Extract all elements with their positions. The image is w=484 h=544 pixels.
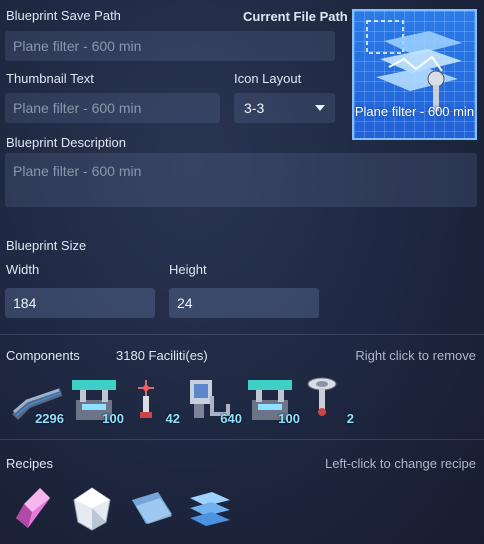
plane-filter-icon bbox=[190, 492, 230, 526]
recipe-item[interactable] bbox=[10, 484, 54, 532]
component-count: 42 bbox=[165, 411, 180, 426]
components-label: Components bbox=[6, 348, 80, 363]
tesla-tower-icon bbox=[138, 380, 154, 418]
glass-plate-icon bbox=[132, 492, 172, 524]
width-label: Width bbox=[6, 262, 40, 277]
divider bbox=[0, 334, 484, 335]
wireless-tower-icon bbox=[307, 377, 337, 416]
component-item[interactable]: 2296 bbox=[6, 374, 66, 426]
save-path-input[interactable]: Plane filter - 600 min bbox=[5, 31, 335, 61]
component-item[interactable]: 100 bbox=[66, 374, 126, 426]
blueprint-size-label: Blueprint Size bbox=[6, 238, 87, 253]
description-input[interactable]: Plane filter - 600 min bbox=[5, 153, 477, 207]
recipe-item[interactable] bbox=[184, 484, 234, 532]
thumbnail-preview-text: Plane filter - 600 min bbox=[354, 104, 475, 119]
recipes-label: Recipes bbox=[6, 456, 53, 471]
component-item[interactable]: 42 bbox=[126, 374, 182, 426]
current-file-path-link[interactable]: Current File Path bbox=[243, 9, 348, 24]
height-label: Height bbox=[169, 262, 207, 277]
component-count: 2 bbox=[346, 411, 354, 426]
chevron-down-icon bbox=[315, 105, 325, 111]
thumbnail-text-input[interactable]: Plane filter - 600 min bbox=[5, 93, 220, 123]
icon-layout-select[interactable]: 3-3 bbox=[234, 93, 335, 123]
facilities-count: 3180 Faciliti(es) bbox=[116, 348, 208, 363]
component-count: 100 bbox=[102, 411, 124, 426]
component-count: 2296 bbox=[35, 411, 64, 426]
thumbnail-preview[interactable]: Plane filter - 600 min bbox=[352, 9, 477, 140]
icon-layout-value: 3-3 bbox=[244, 100, 265, 116]
component-item[interactable]: 640 bbox=[184, 374, 244, 426]
component-item[interactable]: 2 bbox=[302, 374, 356, 426]
components-hint: Right click to remove bbox=[355, 348, 476, 363]
save-path-label: Blueprint Save Path bbox=[6, 8, 121, 23]
component-item[interactable]: 100 bbox=[242, 374, 302, 426]
component-count: 640 bbox=[220, 411, 242, 426]
height-input[interactable]: 24 bbox=[169, 288, 319, 318]
thumbnail-text-label: Thumbnail Text bbox=[6, 71, 94, 86]
component-count: 100 bbox=[278, 411, 300, 426]
description-label: Blueprint Description bbox=[6, 135, 126, 150]
white-gem-icon bbox=[73, 487, 111, 531]
width-input[interactable]: 184 bbox=[5, 288, 155, 318]
recipe-item[interactable] bbox=[70, 484, 114, 532]
divider bbox=[0, 439, 484, 440]
pink-crystal-icon bbox=[16, 488, 50, 528]
icon-layout-label: Icon Layout bbox=[234, 71, 302, 86]
recipes-hint: Left-click to change recipe bbox=[324, 456, 476, 471]
recipe-item[interactable] bbox=[128, 484, 176, 532]
